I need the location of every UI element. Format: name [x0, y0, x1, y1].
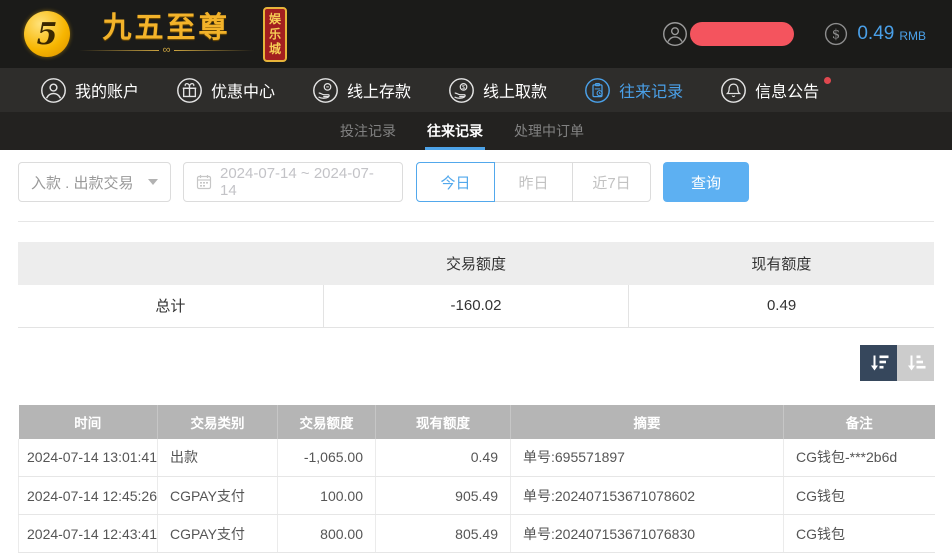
table-header-row: 时间 交易类别 交易额度 现有额度 摘要 备注: [18, 404, 935, 439]
summary-total-trade-amount: -160.02: [322, 285, 629, 328]
cell-remark: CG钱包: [783, 514, 935, 553]
gift-icon: [177, 77, 202, 103]
nav-item-my-account[interactable]: 我的账户: [40, 77, 139, 104]
transaction-type-value: 入款 . 出款交易: [31, 174, 134, 192]
tab-label: 处理中订单: [514, 123, 584, 139]
summary-table: 交易额度 现有额度 总计 -160.02 0.49: [18, 242, 934, 328]
withdraw-hand-coin-icon: $: [449, 77, 474, 103]
col-header-type: 交易类别: [157, 404, 278, 439]
summary-total-balance: 0.49: [628, 285, 934, 328]
nav-label: 线上存款: [347, 84, 412, 101]
cell-time: 2024-07-14 13:01:41: [18, 438, 158, 477]
deposit-hand-coin-icon: [313, 77, 338, 103]
summary-total-row: 总计 -160.02 0.49: [18, 285, 934, 328]
search-button[interactable]: 查询: [663, 162, 749, 202]
filter-row: 入款 . 出款交易 2024-07-14 ~ 2024-07-14 今日 昨日 …: [18, 162, 934, 202]
date-range-input[interactable]: 2024-07-14 ~ 2024-07-14: [183, 162, 403, 202]
col-header-summary: 摘要: [510, 404, 784, 439]
last7days-button[interactable]: 近7日: [572, 162, 651, 202]
sort-descending-button[interactable]: [860, 344, 897, 381]
summary-header-trade-amount: 交易额度: [323, 242, 629, 285]
dollar-icon: $: [825, 22, 848, 46]
cell-type: CGPAY支付: [157, 476, 278, 515]
user-icon: [663, 22, 688, 46]
brand-title: 九五至尊: [102, 12, 231, 44]
summary-header-current-balance: 现有额度: [628, 242, 934, 285]
nav-item-withdraw[interactable]: $ 线上取款: [448, 77, 547, 104]
main-nav: 我的账户 优惠中心 线上存款 $ 线上取款 往来记录 信息公告: [0, 68, 952, 112]
transaction-type-select[interactable]: 入款 . 出款交易: [18, 162, 171, 202]
top-header: 5 九五至尊 ∞ 娱乐城 $ 0.49 RMB: [0, 0, 952, 68]
brand-monogram: 5: [36, 16, 58, 52]
balance-currency: RMB: [899, 29, 926, 43]
col-header-time: 时间: [18, 404, 158, 439]
col-header-trade-amount: 交易额度: [277, 404, 376, 439]
calendar-icon: [196, 175, 212, 190]
bell-icon: [721, 77, 747, 103]
username-redacted[interactable]: [690, 22, 795, 46]
sort-ascending-button[interactable]: [897, 344, 934, 381]
section-divider: [18, 221, 934, 222]
tab-label: 投注记录: [340, 123, 396, 139]
cell-summary: 单号:202407153671078602: [510, 476, 784, 515]
today-button[interactable]: 今日: [416, 162, 495, 202]
chevron-down-icon: [148, 179, 158, 185]
col-header-remark: 备注: [783, 404, 935, 439]
col-header-current-balance: 现有额度: [375, 404, 511, 439]
sort-ascending-icon: [907, 355, 925, 370]
nav-item-transaction-records[interactable]: 往来记录: [584, 77, 683, 104]
cell-remark: CG钱包: [783, 476, 935, 515]
nav-label: 往来记录: [619, 84, 684, 101]
cell-time: 2024-07-14 12:45:26: [18, 476, 158, 515]
nav-label: 线上取款: [483, 84, 548, 101]
balance-amount: 0.49: [857, 23, 895, 44]
date-range-value: 2024-07-14 ~ 2024-07-14: [220, 165, 374, 199]
brand-logo[interactable]: 5 九五至尊 ∞ 娱乐城: [24, 6, 287, 62]
transactions-table: 时间 交易类别 交易额度 现有额度 摘要 备注 2024-07-14 13:01…: [18, 404, 935, 553]
cell-summary: 单号:202407153671076830: [510, 514, 784, 553]
summary-total-label: 总计: [18, 285, 324, 328]
nav-item-deposit[interactable]: 线上存款: [312, 77, 411, 104]
brand-title-block: 九五至尊 ∞: [79, 12, 254, 56]
tab-label: 往来记录: [427, 123, 483, 139]
tab-transaction-records[interactable]: 往来记录: [425, 112, 485, 150]
tab-pending-orders[interactable]: 处理中订单: [514, 112, 584, 150]
brand-monogram-icon: 5: [24, 11, 70, 57]
account-summary: $ 0.49 RMB: [662, 21, 926, 47]
nav-label: 优惠中心: [211, 84, 276, 101]
tab-bet-records[interactable]: 投注记录: [340, 112, 396, 150]
quick-date-button-group: 今日 昨日 近7日: [416, 162, 651, 202]
cell-current-balance: 0.49: [375, 438, 511, 477]
summary-header-empty: [18, 242, 324, 285]
notification-dot: [824, 76, 832, 84]
table-row: 2024-07-14 12:45:26 CGPAY支付 100.00 905.4…: [18, 476, 935, 515]
cell-type: 出款: [157, 438, 278, 477]
table-row: 2024-07-14 12:43:41 CGPAY支付 800.00 805.4…: [18, 514, 935, 553]
cell-current-balance: 805.49: [375, 514, 511, 553]
record-subtabs: 投注记录 往来记录 处理中订单: [0, 112, 952, 150]
cell-trade-amount: 800.00: [277, 514, 376, 553]
cell-summary: 单号:695571897: [510, 438, 784, 477]
cell-remark: CG钱包-***2b6d: [783, 438, 935, 477]
nav-label: 信息公告: [755, 84, 820, 101]
cell-time: 2024-07-14 12:43:41: [18, 514, 158, 553]
cell-type: CGPAY支付: [157, 514, 278, 553]
records-clipboard-icon: [585, 77, 610, 103]
brand-badge: 娱乐城: [263, 6, 287, 62]
nav-label: 我的账户: [75, 84, 140, 101]
cell-trade-amount: -1,065.00: [277, 438, 376, 477]
table-row: 2024-07-14 13:01:41 出款 -1,065.00 0.49 单号…: [18, 438, 935, 477]
yesterday-button[interactable]: 昨日: [494, 162, 573, 202]
content-area: 入款 . 出款交易 2024-07-14 ~ 2024-07-14 今日 昨日 …: [0, 162, 952, 553]
sort-descending-icon: [870, 355, 888, 370]
brand-flourish-icon: ∞: [79, 44, 254, 56]
nav-item-announcements[interactable]: 信息公告: [720, 76, 832, 104]
svg-text:$: $: [832, 28, 840, 43]
cell-trade-amount: 100.00: [277, 476, 376, 515]
account-icon: [41, 77, 66, 103]
sort-controls: [18, 344, 934, 381]
cell-current-balance: 905.49: [375, 476, 511, 515]
nav-item-promotions[interactable]: 优惠中心: [176, 77, 275, 104]
